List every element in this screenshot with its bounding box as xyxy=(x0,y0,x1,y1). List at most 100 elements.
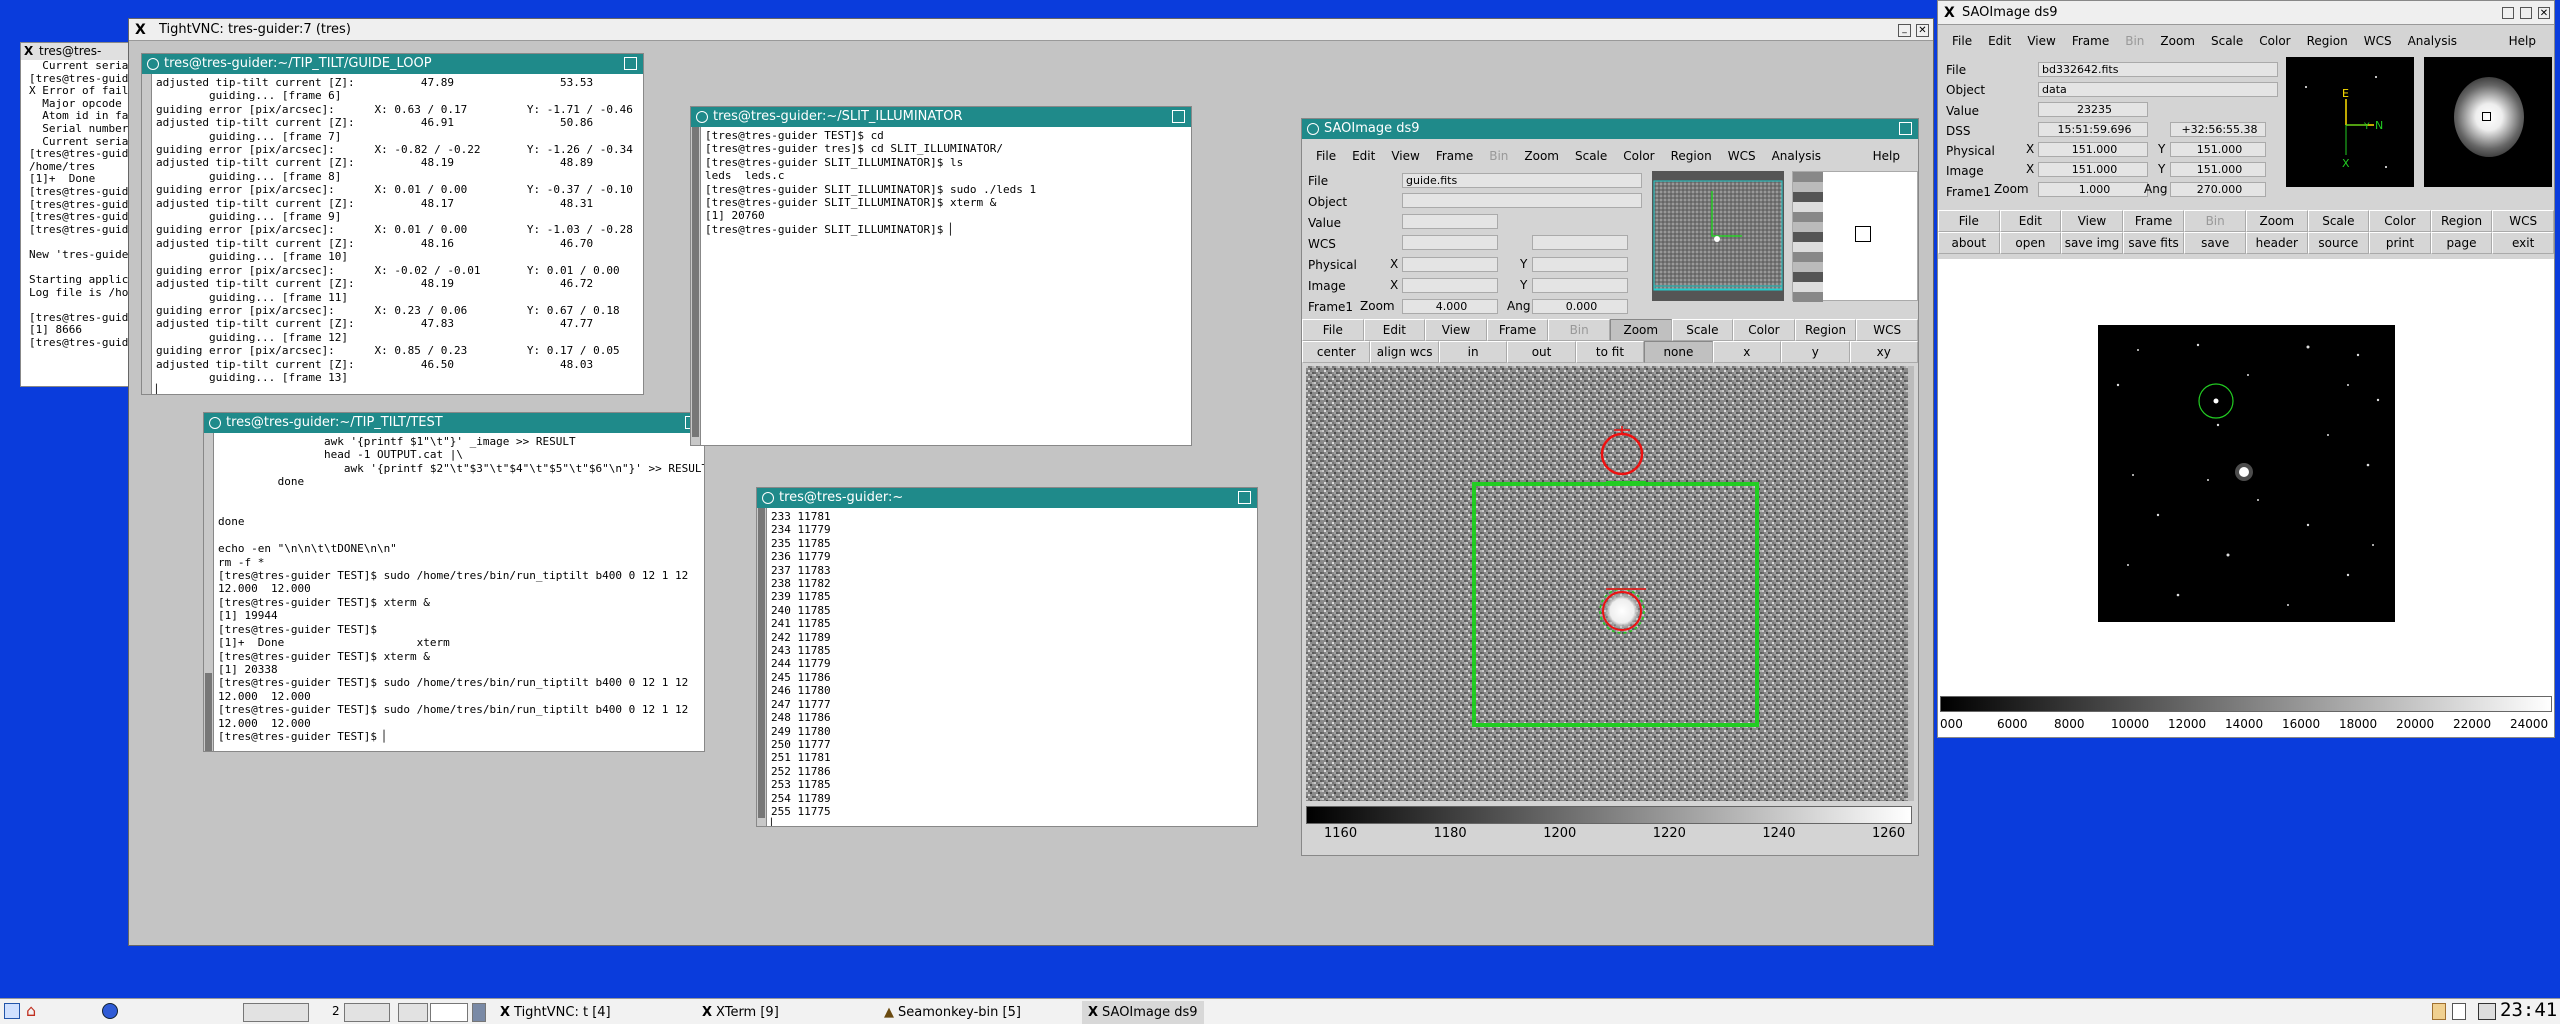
button-zoom[interactable]: Zoom xyxy=(1609,319,1672,341)
home-icon[interactable]: ⌂ xyxy=(26,1001,36,1020)
taskbar-button-x[interactable] xyxy=(430,1003,468,1022)
canvas-scrollbar[interactable] xyxy=(1908,366,1914,801)
window-menu-icon[interactable] xyxy=(147,58,159,70)
task-xterm[interactable]: X XTerm [9] xyxy=(702,1001,779,1024)
window-menu-icon[interactable] xyxy=(762,492,774,504)
panner[interactable] xyxy=(1652,171,1784,301)
menu-bin[interactable]: Bin xyxy=(1481,149,1516,163)
menu-frame[interactable]: Frame xyxy=(2064,34,2117,48)
menu-region[interactable]: Region xyxy=(2299,34,2356,48)
menu-zoom[interactable]: Zoom xyxy=(2152,34,2203,48)
button-y[interactable]: y xyxy=(1781,341,1850,363)
button-frame[interactable]: Frame xyxy=(2122,210,2185,232)
ds9-outer-window[interactable]: X SAOImage ds9 ✕ File Edit View Frame Bin Zoo… xyxy=(1937,0,2555,738)
maximize-button[interactable] xyxy=(1172,110,1185,123)
button-x[interactable]: x xyxy=(1712,341,1782,363)
button-exit[interactable]: exit xyxy=(2492,232,2554,254)
scrollbar-thumb[interactable] xyxy=(205,673,212,751)
task-ds9[interactable]: X SAOImage ds9 xyxy=(1082,1001,1204,1024)
button-wcs[interactable]: WCS xyxy=(1856,319,1918,341)
button-open[interactable]: open xyxy=(1999,232,2062,254)
scrollbar-thumb[interactable] xyxy=(692,127,699,437)
minimize-button[interactable] xyxy=(2502,7,2514,19)
button-color[interactable]: Color xyxy=(1733,319,1795,341)
terminal-output[interactable]: Current serial [tres@tres-guider X Error… xyxy=(21,59,131,350)
maximize-button[interactable] xyxy=(1238,491,1251,504)
menu-edit[interactable]: Edit xyxy=(1980,34,2019,48)
image-canvas[interactable] xyxy=(1938,259,2554,689)
menu-bin[interactable]: Bin xyxy=(2117,34,2152,48)
xterm-tiptilt-test[interactable]: tres@tres-guider:~/TIP_TILT/TEST awk '{p… xyxy=(203,412,705,752)
button-to-fit[interactable]: to fit xyxy=(1575,341,1645,363)
button-save-fits[interactable]: save fits xyxy=(2122,232,2185,254)
button-xy[interactable]: xy xyxy=(1849,341,1918,363)
menu-help[interactable]: Help xyxy=(2501,34,2544,48)
menu-wcs[interactable]: WCS xyxy=(2356,34,2400,48)
menu-zoom[interactable]: Zoom xyxy=(1516,149,1567,163)
taskbar-button-pager[interactable] xyxy=(344,1003,390,1022)
xterm-home[interactable]: tres@tres-guider:~ 233 11781 234 11779 2… xyxy=(756,487,1258,827)
start-menu-icon[interactable] xyxy=(4,1003,20,1019)
task-seamonkey[interactable]: ▲ Seamonkey-bin [5] xyxy=(884,1001,1021,1024)
button-color[interactable]: Color xyxy=(2369,210,2431,232)
button-bin[interactable]: Bin xyxy=(1548,319,1610,341)
menu-view[interactable]: View xyxy=(1383,149,1427,163)
menu-color[interactable]: Color xyxy=(1615,149,1662,163)
button-view[interactable]: View xyxy=(2061,210,2123,232)
window-menu-icon[interactable] xyxy=(209,417,221,429)
maximize-button[interactable] xyxy=(1899,122,1912,135)
menu-analysis[interactable]: Analysis xyxy=(2400,34,2465,48)
button-in[interactable]: in xyxy=(1438,341,1508,363)
button-frame[interactable]: Frame xyxy=(1486,319,1549,341)
xterm-guide-loop[interactable]: tres@tres-guider:~/TIP_TILT/GUIDE_LOOP a… xyxy=(141,53,644,395)
button-source[interactable]: source xyxy=(2307,232,2370,254)
button-page[interactable]: page xyxy=(2430,232,2493,254)
button-scale[interactable]: Scale xyxy=(1671,319,1734,341)
button-about[interactable]: about xyxy=(1938,232,2000,254)
scrollbar[interactable] xyxy=(204,433,214,751)
button-region[interactable]: Region xyxy=(2430,210,2493,232)
button-scale[interactable]: Scale xyxy=(2307,210,2370,232)
button-zoom[interactable]: Zoom xyxy=(2245,210,2308,232)
window-menu-icon[interactable] xyxy=(1307,123,1319,135)
ds9-inner-window[interactable]: SAOImage ds9 File Edit View Frame Bin Zoom Sca… xyxy=(1301,118,1919,856)
button-wcs[interactable]: WCS xyxy=(2492,210,2554,232)
close-button[interactable]: ✕ xyxy=(2538,7,2550,19)
menu-analysis[interactable]: Analysis xyxy=(1764,149,1829,163)
menu-region[interactable]: Region xyxy=(1663,149,1720,163)
button-out[interactable]: out xyxy=(1507,341,1576,363)
titlebar[interactable]: SAOImage ds9 xyxy=(1302,119,1918,139)
menu-edit[interactable]: Edit xyxy=(1344,149,1383,163)
button-edit[interactable]: Edit xyxy=(1363,319,1426,341)
menu-wcs[interactable]: WCS xyxy=(1720,149,1764,163)
menu-file[interactable]: File xyxy=(1308,149,1344,163)
titlebar[interactable]: tres@tres-guider:~/SLIT_ILLUMINATOR xyxy=(691,107,1191,127)
menu-help[interactable]: Help xyxy=(1865,149,1908,163)
menu-color[interactable]: Color xyxy=(2251,34,2298,48)
menu-scale[interactable]: Scale xyxy=(2203,34,2251,48)
panner[interactable]: N E X Y xyxy=(2286,57,2414,187)
scrollbar[interactable] xyxy=(691,127,701,445)
document-icon[interactable] xyxy=(2452,1003,2466,1020)
button-file[interactable]: File xyxy=(1938,210,2000,232)
terminal-output[interactable]: awk '{printf $1"\t"}' _image >> RESULT h… xyxy=(218,435,704,743)
button-bin[interactable]: Bin xyxy=(2184,210,2246,232)
button-region[interactable]: Region xyxy=(1794,319,1857,341)
image-canvas[interactable] xyxy=(1306,366,1914,801)
task-tightvnc[interactable]: X TightVNC: t [4] xyxy=(500,1001,611,1024)
button-save-img[interactable]: save img xyxy=(2061,232,2123,254)
button-view[interactable]: View xyxy=(1425,319,1487,341)
button-header[interactable]: header xyxy=(2245,232,2308,254)
terminal-output[interactable]: [tres@tres-guider TEST]$ cd [tres@tres-g… xyxy=(705,129,1189,236)
button-save-mpeg[interactable]: save mpeg xyxy=(2184,232,2246,270)
terminal-output[interactable]: 233 11781 234 11779 235 11785 236 11779 … xyxy=(771,510,1255,826)
close-button[interactable]: ✕ xyxy=(1916,24,1929,37)
terminal-output[interactable]: adjusted tip-tilt current [Z]: 47.89 53.… xyxy=(156,76,641,394)
button-print[interactable]: print xyxy=(2369,232,2431,254)
background-xterm[interactable]: X tres@tres- Current serial [tres@tres-g… xyxy=(20,42,132,387)
scrollbar-thumb[interactable] xyxy=(758,508,765,818)
menu-frame[interactable]: Frame xyxy=(1428,149,1481,163)
titlebar[interactable]: X SAOImage ds9 ✕ xyxy=(1938,1,2554,25)
xterm-slit-illuminator[interactable]: tres@tres-guider:~/SLIT_ILLUMINATOR [tre… xyxy=(690,106,1192,446)
titlebar[interactable]: tres@tres-guider:~/TIP_TILT/GUIDE_LOOP xyxy=(142,54,643,74)
